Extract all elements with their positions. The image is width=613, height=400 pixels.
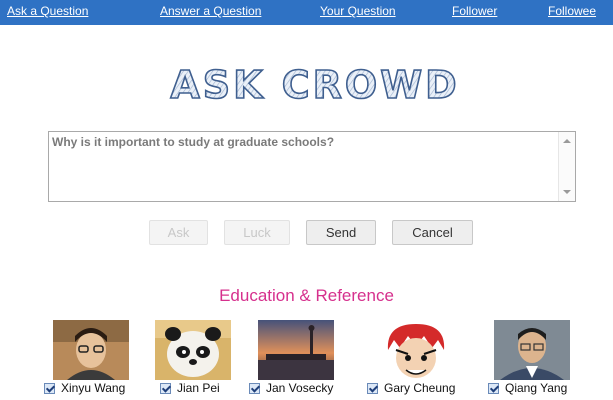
logo-text: ASK CROWD xyxy=(170,63,459,107)
ask-crowd-logo: ASK CROWD xyxy=(170,62,459,108)
avatar-jan-vosecky xyxy=(258,320,334,380)
send-button[interactable]: Send xyxy=(306,220,376,245)
question-input[interactable]: Why is it important to study at graduate… xyxy=(49,132,559,201)
avatar-qiang-yang xyxy=(494,320,570,380)
category-title: Education & Reference xyxy=(219,286,394,305)
person-name: Gary Cheung xyxy=(384,381,456,395)
ask-button[interactable]: Ask xyxy=(149,220,208,245)
avatar-jian-pei xyxy=(155,320,231,380)
person-jan-vosecky[interactable]: Jan Vosecky xyxy=(249,381,333,395)
person-qiang-yang[interactable]: Qiang Yang xyxy=(488,381,567,395)
nav-link-your-question[interactable]: Your Question xyxy=(320,4,396,18)
person-gary-cheung[interactable]: Gary Cheung xyxy=(367,381,455,395)
avatar-gary-cheung xyxy=(378,320,454,380)
checkbox-checked-icon[interactable] xyxy=(160,382,171,394)
textarea-scrollbar[interactable] xyxy=(558,132,575,201)
scroll-down-arrow-icon[interactable] xyxy=(563,190,571,194)
scroll-up-arrow-icon[interactable] xyxy=(563,139,571,143)
person-jian-pei[interactable]: Jian Pei xyxy=(160,381,220,395)
avatar-xinyu-wang xyxy=(53,320,129,380)
top-nav-bar: Ask a Question Answer a Question Your Qu… xyxy=(0,0,613,25)
nav-link-followee[interactable]: Followee xyxy=(548,4,596,18)
checkbox-checked-icon[interactable] xyxy=(44,382,55,394)
person-xinyu-wang[interactable]: Xinyu Wang xyxy=(44,381,125,395)
question-box: Why is it important to study at graduate… xyxy=(48,131,576,202)
person-name: Xinyu Wang xyxy=(61,381,126,395)
person-name: Qiang Yang xyxy=(505,381,568,395)
cancel-button[interactable]: Cancel xyxy=(392,220,473,245)
person-name: Jian Pei xyxy=(177,381,220,395)
nav-link-follower[interactable]: Follower xyxy=(452,4,497,18)
nav-link-ask-question[interactable]: Ask a Question xyxy=(7,4,88,18)
checkbox-checked-icon[interactable] xyxy=(367,382,378,394)
checkbox-checked-icon[interactable] xyxy=(488,382,499,394)
checkbox-checked-icon[interactable] xyxy=(249,382,260,394)
nav-link-answer-question[interactable]: Answer a Question xyxy=(160,4,261,18)
person-name: Jan Vosecky xyxy=(266,381,334,395)
luck-button[interactable]: Luck xyxy=(224,220,290,245)
